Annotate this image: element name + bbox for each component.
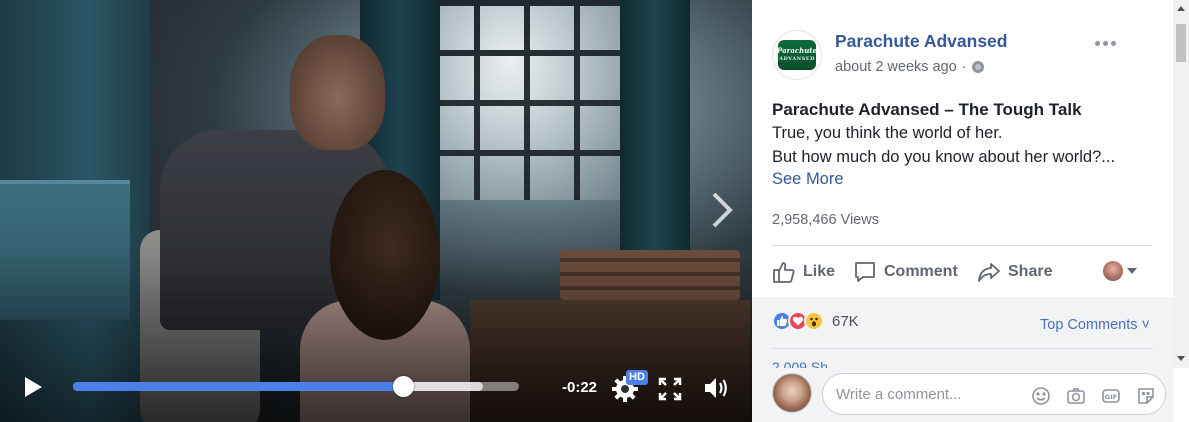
post-header: Parachute ADVANSED Parachute Advansed ab… xyxy=(752,0,1173,297)
top-comments-dropdown[interactable]: Top Comments ˅ xyxy=(1040,317,1150,333)
video-viewer: -0:22 HD Parachute ADVANSED Parachute Ad… xyxy=(0,0,1189,422)
globe-icon[interactable] xyxy=(971,61,984,73)
post-timestamp[interactable]: about 2 weeks ago xyxy=(835,59,957,75)
comment-label: Comment xyxy=(884,263,958,280)
like-label: Like xyxy=(803,263,836,280)
comment-button[interactable]: Comment xyxy=(853,258,958,286)
logo-text: Parachute xyxy=(777,46,817,55)
view-count: 2,958,466 Views xyxy=(772,212,879,228)
scroll-up-arrow-icon[interactable] xyxy=(1177,6,1185,11)
share-button[interactable]: Share xyxy=(977,258,1052,286)
meta-separator: · xyxy=(961,59,967,75)
time-remaining: -0:22 xyxy=(562,379,598,396)
caret-down-icon xyxy=(1127,268,1137,274)
more-options-icon[interactable] xyxy=(1095,35,1119,51)
hd-badge: HD xyxy=(626,370,648,385)
share-arrow-icon xyxy=(978,263,1000,282)
chevron-down-icon: ˅ xyxy=(1141,317,1151,333)
scroll-down-arrow-icon[interactable] xyxy=(1177,356,1185,361)
play-icon[interactable] xyxy=(22,376,44,398)
progress-scrubber[interactable] xyxy=(393,376,415,397)
top-comments-label: Top Comments xyxy=(1040,317,1138,333)
post-panel: Parachute ADVANSED Parachute Advansed ab… xyxy=(752,0,1189,422)
gif-icon[interactable]: GIF xyxy=(1101,386,1121,406)
see-more-link[interactable]: See More xyxy=(772,170,844,189)
user-avatar xyxy=(1103,261,1123,281)
progress-bar[interactable] xyxy=(73,376,519,397)
post-text-line: But how much do you know about her world… xyxy=(772,148,1116,166)
video-vignette xyxy=(0,0,752,422)
share-count-partial[interactable]: 2,009 Sh xyxy=(772,360,828,368)
emoji-icon[interactable] xyxy=(1031,386,1051,406)
comment-input[interactable] xyxy=(836,385,1026,403)
camera-icon[interactable] xyxy=(1066,386,1086,406)
scrollbar-gap xyxy=(1173,368,1189,422)
parachute-logo: Parachute ADVANSED xyxy=(777,40,817,70)
post-meta: about 2 weeks ago · xyxy=(835,59,984,75)
volume-icon[interactable] xyxy=(703,375,731,401)
post-text-line: True, you think the world of her. xyxy=(772,124,1003,142)
thumbs-up-icon xyxy=(773,262,795,283)
post-title: Parachute Advansed – The Tough Talk xyxy=(772,100,1082,119)
progress-played xyxy=(73,382,404,391)
reaction-count: 67K xyxy=(832,312,859,330)
like-button[interactable]: Like xyxy=(772,258,835,286)
scrollbar-thumb[interactable] xyxy=(1176,24,1186,62)
svg-text:GIF: GIF xyxy=(1105,393,1117,401)
video-player[interactable]: -0:22 HD xyxy=(0,0,752,422)
share-label: Share xyxy=(1008,263,1053,280)
logo-subtext: ADVANSED xyxy=(779,56,815,62)
comment-composer[interactable]: GIF xyxy=(822,373,1166,415)
fullscreen-icon[interactable] xyxy=(658,377,682,401)
divider xyxy=(772,348,1153,349)
page-avatar[interactable]: Parachute ADVANSED xyxy=(772,30,822,80)
next-video-arrow-icon[interactable] xyxy=(706,190,736,230)
post-as-selector[interactable] xyxy=(1103,261,1137,281)
scrollbar[interactable] xyxy=(1173,0,1189,422)
comment-bubble-icon xyxy=(855,262,875,282)
page-name-link[interactable]: Parachute Advansed xyxy=(835,31,1007,52)
reaction-summary[interactable]: 67K xyxy=(772,311,859,331)
divider xyxy=(772,245,1153,246)
wow-reaction-icon xyxy=(804,311,824,331)
commenter-avatar xyxy=(772,373,812,413)
sticker-icon[interactable] xyxy=(1136,386,1156,406)
